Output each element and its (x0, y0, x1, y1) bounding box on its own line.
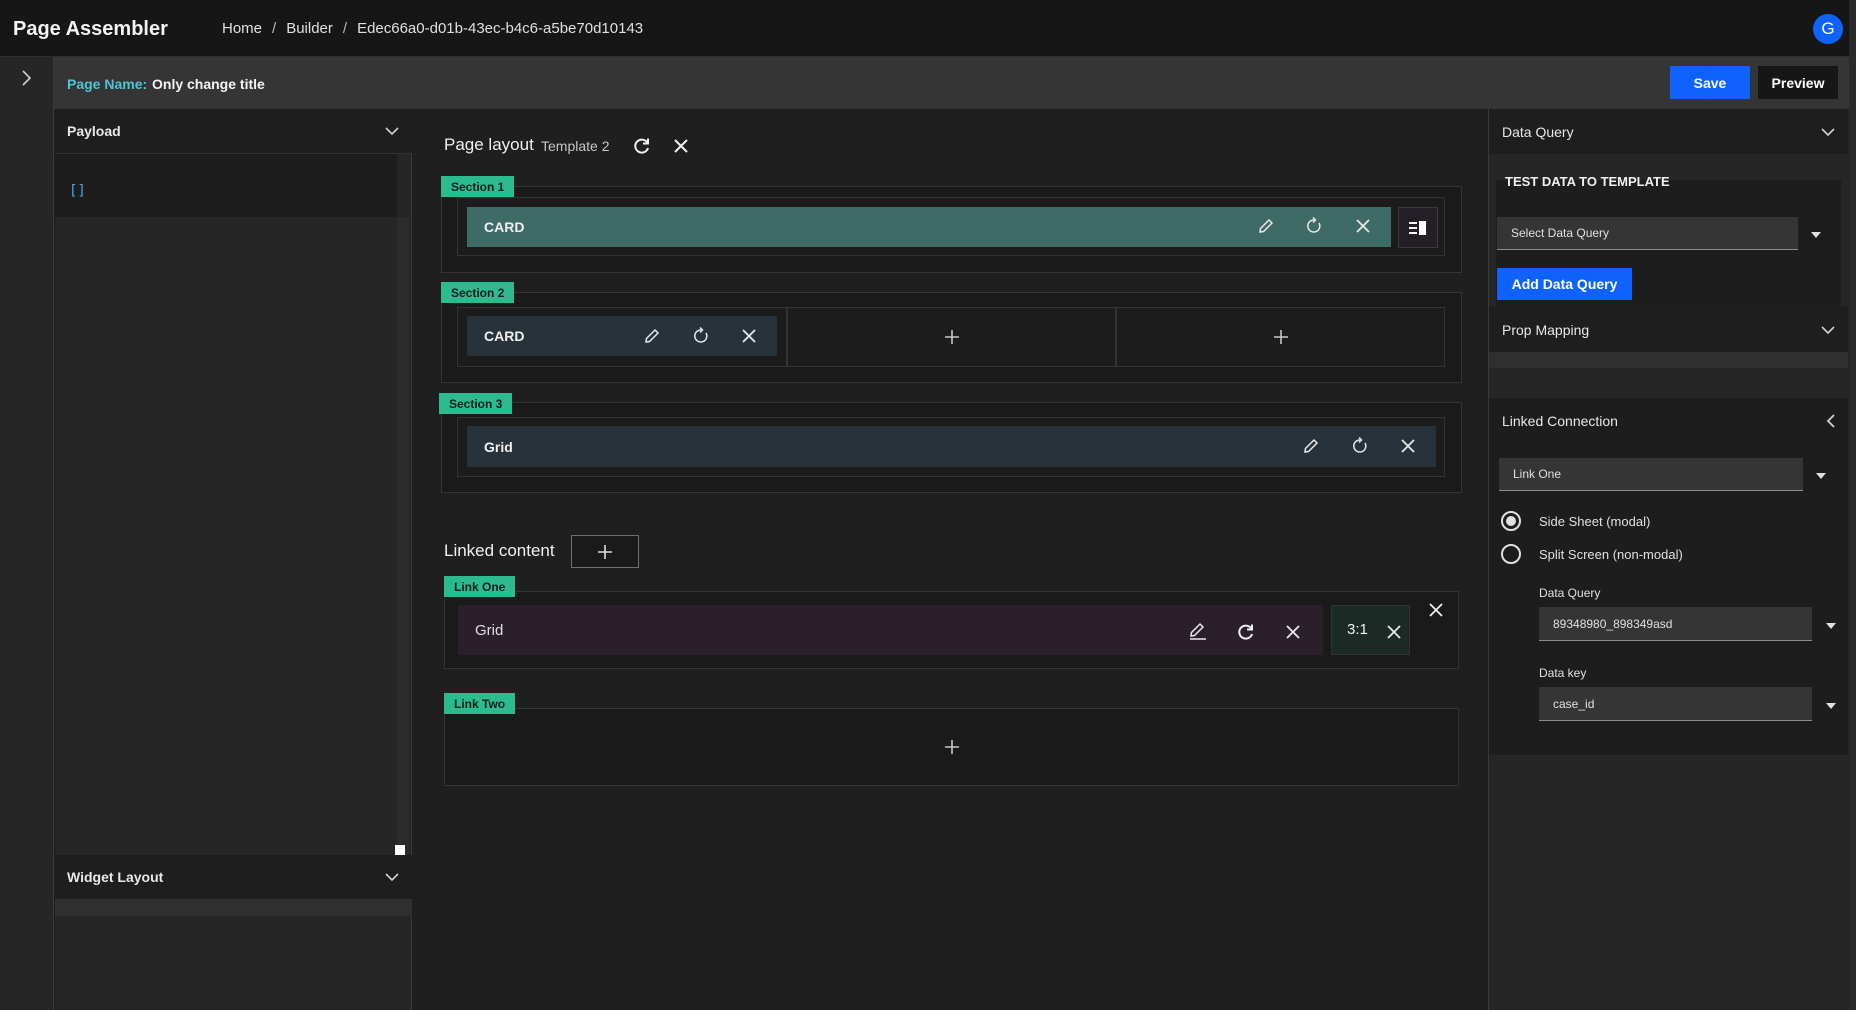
card-label: CARD (484, 328, 525, 344)
ratio-value: 3:1 (1347, 621, 1368, 638)
plus-icon (1273, 329, 1289, 345)
chevron-down-icon[interactable] (1826, 703, 1836, 709)
radio-side-sheet-label: Side Sheet (modal) (1539, 514, 1651, 529)
data-query-title: Data Query (1502, 123, 1574, 140)
app-title: Page Assembler (13, 18, 168, 40)
edit-icon[interactable] (1302, 437, 1320, 455)
linked-connection-accordion-header[interactable]: Linked Connection (1489, 398, 1848, 443)
card[interactable]: CARD (467, 316, 777, 356)
test-data-heading: TEST DATA TO TEMPLATE (1505, 174, 1670, 189)
card-label: CARD (484, 219, 525, 235)
card[interactable]: CARD (467, 207, 1391, 247)
plus-icon (597, 544, 613, 560)
link-tag: Link One (444, 576, 516, 597)
refresh-icon[interactable] (632, 136, 652, 156)
breadcrumb: Home / Builder / Edec66a0-d01b-43ec-b4c6… (222, 20, 643, 37)
avatar[interactable]: G (1813, 14, 1843, 44)
chevron-left-icon (1826, 413, 1836, 429)
page-name-value: Only change title (152, 76, 265, 92)
left-rail (0, 57, 54, 1010)
card-label: Grid (475, 621, 504, 639)
chevron-down-icon (384, 126, 400, 136)
add-card-slot[interactable] (1116, 307, 1445, 367)
select-data-query[interactable]: Select Data Query (1497, 217, 1798, 250)
chevron-down-icon (384, 872, 400, 882)
card[interactable]: Grid (467, 426, 1436, 467)
section-tag: Section 3 (439, 393, 513, 414)
plus-icon (944, 739, 960, 755)
resize-handle[interactable] (395, 845, 405, 855)
edit-icon[interactable] (1188, 621, 1208, 641)
section-tag: Section 2 (441, 282, 515, 303)
link-tag: Link Two (444, 693, 516, 714)
plus-icon (944, 329, 960, 345)
close-icon[interactable] (1400, 438, 1416, 454)
close-icon[interactable] (741, 328, 757, 344)
data-query-value: 89348980_898349asd (1553, 616, 1673, 631)
radio-side-sheet[interactable] (1501, 511, 1521, 531)
page-scrollbar[interactable] (1849, 0, 1856, 1010)
close-icon[interactable] (1355, 218, 1371, 234)
page-name-label: Page Name: (67, 76, 148, 92)
data-query-select[interactable]: 89348980_898349asd (1539, 607, 1812, 641)
close-icon[interactable] (1386, 624, 1402, 640)
data-query-label: Data Query (1539, 586, 1601, 600)
reset-icon[interactable] (1351, 437, 1369, 455)
payload-accordion-header[interactable]: Payload (55, 109, 412, 154)
chevron-down-icon (1820, 127, 1836, 137)
prop-mapping-strip (1489, 352, 1848, 368)
card-label: Grid (484, 438, 513, 455)
data-key-select[interactable]: case_id (1539, 687, 1812, 721)
chevron-right-icon[interactable] (18, 68, 34, 88)
link-select-value: Link One (1513, 467, 1562, 481)
select-data-query-placeholder: Select Data Query (1511, 226, 1610, 240)
radio-split-screen[interactable] (1501, 544, 1521, 564)
data-key-value: case_id (1553, 696, 1595, 711)
payload-area (55, 154, 397, 854)
reset-icon[interactable] (692, 327, 710, 345)
preview-button[interactable]: Preview (1758, 66, 1838, 99)
page-name-bar (54, 57, 1849, 109)
linked-connection-title: Linked Connection (1502, 412, 1618, 429)
chevron-down-icon[interactable] (1826, 623, 1836, 629)
breadcrumb-separator: / (342, 20, 348, 37)
breadcrumb-home[interactable]: Home (222, 20, 262, 37)
save-button[interactable]: Save (1670, 66, 1750, 99)
link-two[interactable] (444, 708, 1459, 786)
prop-mapping-title: Prop Mapping (1502, 321, 1590, 338)
close-icon[interactable] (1428, 602, 1444, 618)
breadcrumb-current: Edec66a0-d01b-43ec-b4c6-a5be70d10143 (357, 20, 644, 37)
link-select[interactable]: Link One (1499, 458, 1803, 491)
radio-split-screen-label: Split Screen (non-modal) (1539, 547, 1683, 562)
add-card-slot[interactable] (787, 307, 1116, 367)
refresh-icon[interactable] (1236, 622, 1256, 642)
add-linked-content-button[interactable] (571, 535, 639, 568)
chevron-down-icon[interactable] (1816, 473, 1826, 479)
data-key-label: Data key (1539, 666, 1587, 680)
linked-content-title: Linked content (444, 541, 555, 560)
payload-scrollbar[interactable] (397, 217, 409, 855)
reset-icon[interactable] (1305, 217, 1323, 235)
breadcrumb-builder[interactable]: Builder (286, 20, 333, 37)
chevron-down-icon (1820, 325, 1836, 335)
widget-layout-accordion-header[interactable]: Widget Layout (55, 855, 412, 900)
layout-icon[interactable] (1398, 207, 1438, 248)
breadcrumb-separator: / (272, 20, 277, 37)
prop-mapping-accordion-header[interactable]: Prop Mapping (1489, 307, 1848, 352)
payload-value: [] (69, 183, 86, 199)
add-data-query-button[interactable]: Add Data Query (1497, 268, 1632, 300)
section-tag: Section 1 (441, 176, 515, 197)
widget-layout-title: Widget Layout (67, 869, 164, 885)
chevron-down-icon[interactable] (1811, 232, 1821, 238)
edit-icon[interactable] (643, 327, 661, 345)
data-query-accordion-header[interactable]: Data Query (1489, 109, 1848, 154)
template-name: Template 2 (541, 138, 610, 154)
page-layout-title: Page layout (444, 135, 534, 154)
widget-layout-strip (55, 900, 412, 916)
close-icon[interactable] (1285, 624, 1301, 640)
edit-icon[interactable] (1257, 217, 1275, 235)
payload-code-block[interactable] (55, 154, 397, 217)
close-icon[interactable] (673, 138, 689, 154)
payload-title: Payload (67, 123, 121, 139)
